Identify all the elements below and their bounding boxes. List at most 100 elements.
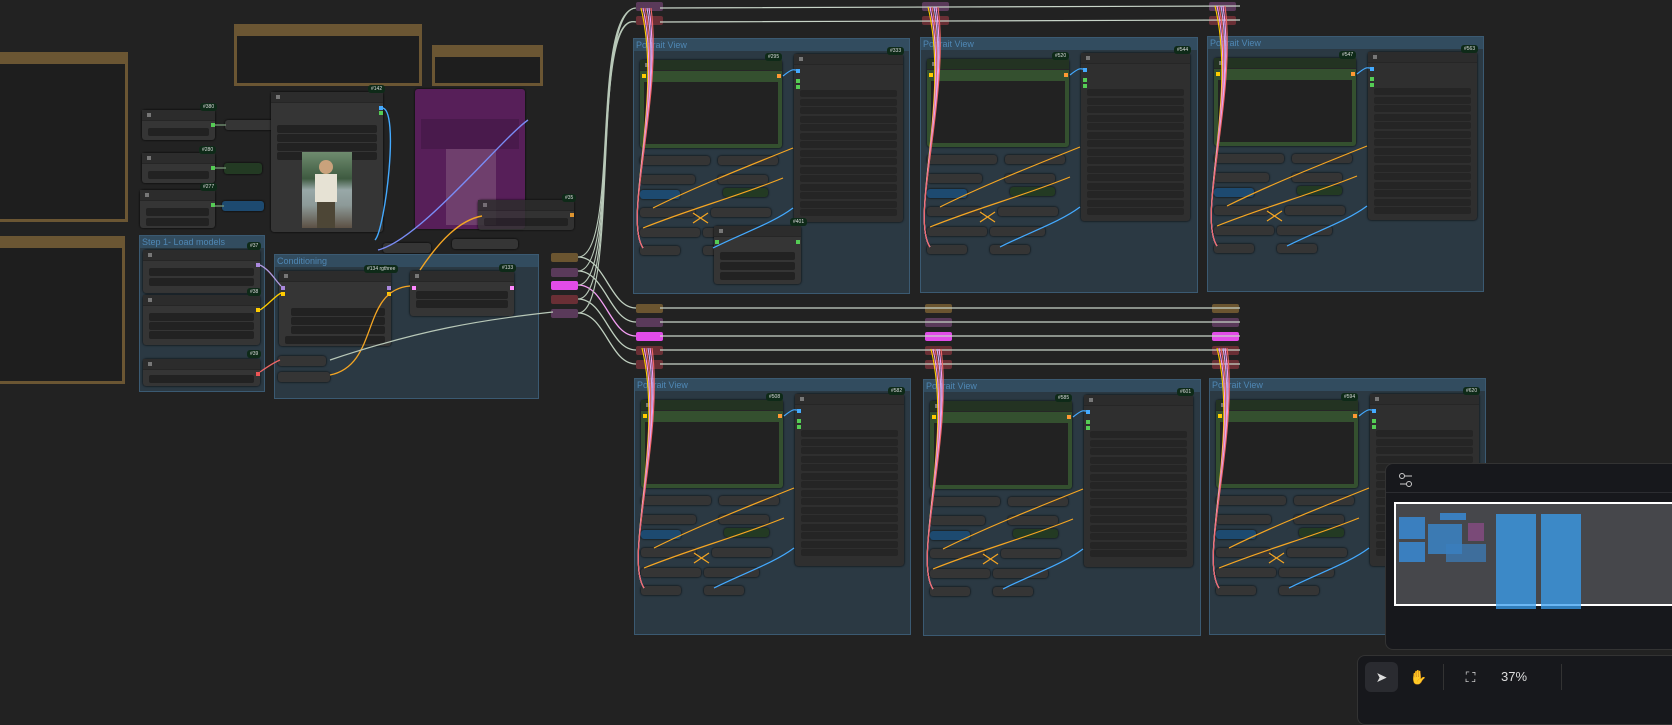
node-277[interactable] — [140, 190, 215, 228]
helper-node[interactable] — [927, 155, 997, 164]
node-35[interactable] — [478, 200, 574, 230]
reroute-node[interactable] — [922, 16, 949, 25]
helper-node[interactable] — [990, 245, 1030, 254]
helper-node[interactable] — [1216, 568, 1276, 577]
reroute-node[interactable] — [278, 372, 330, 382]
helper-node[interactable] — [990, 227, 1045, 236]
reroute-node[interactable] — [636, 332, 663, 341]
helper-node[interactable] — [718, 156, 778, 165]
helper-node[interactable] — [1005, 155, 1065, 164]
helper-node[interactable] — [641, 515, 696, 524]
primitive-node[interactable] — [224, 163, 262, 174]
helper-node[interactable] — [1294, 496, 1354, 505]
helper-node[interactable] — [718, 175, 768, 184]
settings-node[interactable] — [1084, 395, 1193, 567]
helper-node[interactable] — [1216, 548, 1271, 557]
node-133[interactable] — [410, 271, 514, 316]
reroute-node[interactable] — [1212, 346, 1239, 355]
reroute-node[interactable] — [636, 346, 663, 355]
helper-node[interactable] — [1013, 529, 1058, 538]
settings-node[interactable] — [1368, 52, 1477, 220]
reroute-conditioning[interactable] — [551, 281, 578, 290]
reroute-node[interactable] — [278, 356, 326, 366]
helper-node[interactable] — [930, 531, 970, 540]
helper-node[interactable] — [998, 207, 1058, 216]
reroute-model[interactable] — [551, 253, 578, 262]
helper-node[interactable] — [993, 569, 1048, 578]
reroute-node[interactable] — [925, 332, 952, 341]
reroute-node[interactable] — [1212, 332, 1239, 341]
helper-node[interactable] — [1214, 154, 1284, 163]
node-canvas[interactable]: #380 #280 #277 #142 #35 Step 1- Load mod… — [0, 0, 1672, 725]
frame-node[interactable] — [432, 45, 543, 86]
reroute-node[interactable] — [1212, 360, 1239, 369]
frame-node[interactable] — [0, 52, 128, 222]
reroute-node[interactable] — [1212, 304, 1239, 313]
reroute-node[interactable] — [922, 2, 949, 11]
helper-node[interactable] — [930, 569, 990, 578]
helper-node[interactable] — [704, 568, 759, 577]
helper-node[interactable] — [1214, 226, 1274, 235]
helper-node[interactable] — [1216, 515, 1271, 524]
helper-node[interactable] — [641, 530, 681, 539]
reroute-node[interactable] — [452, 239, 518, 249]
helper-node[interactable] — [1214, 173, 1269, 182]
helper-node[interactable] — [1277, 244, 1317, 253]
preview-image-node[interactable] — [1214, 58, 1356, 146]
sliders-icon[interactable] — [1398, 472, 1414, 488]
preview-image-node[interactable] — [640, 60, 782, 148]
zoom-level[interactable]: 37% — [1501, 669, 1527, 684]
fit-view-icon[interactable]: ⛶ — [1454, 662, 1487, 692]
primitive-node[interactable] — [222, 201, 264, 211]
helper-node[interactable] — [640, 190, 680, 199]
helper-node[interactable] — [641, 496, 711, 505]
helper-node[interactable] — [1214, 188, 1254, 197]
helper-node[interactable] — [1297, 186, 1342, 195]
helper-node[interactable] — [1277, 226, 1332, 235]
frame-node[interactable] — [0, 236, 125, 384]
helper-node[interactable] — [641, 586, 681, 595]
pointer-icon[interactable]: ➤ — [1365, 662, 1398, 692]
helper-node[interactable] — [640, 228, 700, 237]
helper-node[interactable] — [1001, 549, 1061, 558]
helper-node[interactable] — [1294, 515, 1344, 524]
node-380[interactable] — [142, 110, 215, 140]
hand-icon[interactable]: ✋ — [1402, 662, 1435, 692]
reroute-node[interactable] — [925, 346, 952, 355]
frame-node[interactable] — [234, 24, 422, 86]
preview-image-node[interactable] — [930, 401, 1072, 489]
reroute-node[interactable] — [925, 318, 952, 327]
helper-node[interactable] — [927, 174, 982, 183]
load-image-node[interactable] — [271, 92, 383, 232]
helper-node[interactable] — [927, 207, 982, 216]
reroute-node[interactable] — [636, 304, 663, 313]
helper-node[interactable] — [927, 189, 967, 198]
reroute-vae[interactable] — [551, 295, 578, 304]
settings-node[interactable] — [1081, 53, 1190, 221]
preview-image-node[interactable] — [1216, 400, 1358, 488]
helper-node[interactable] — [1008, 516, 1058, 525]
helper-node[interactable] — [993, 587, 1033, 596]
helper-node[interactable] — [927, 227, 987, 236]
reroute-node[interactable] — [636, 16, 663, 25]
helper-node[interactable] — [1216, 530, 1256, 539]
helper-node[interactable] — [930, 516, 985, 525]
helper-node[interactable] — [640, 246, 680, 255]
helper-node[interactable] — [1279, 568, 1334, 577]
helper-node[interactable] — [1216, 496, 1286, 505]
helper-node[interactable] — [704, 586, 744, 595]
node-134-rgthree[interactable] — [279, 271, 391, 346]
reroute-node[interactable] — [1212, 318, 1239, 327]
node-37[interactable] — [143, 250, 260, 293]
reroute-node[interactable] — [383, 243, 431, 253]
reroute-node[interactable] — [636, 2, 663, 11]
primitive-node[interactable] — [225, 120, 275, 130]
helper-node[interactable] — [719, 496, 779, 505]
helper-node[interactable] — [930, 587, 970, 596]
helper-node[interactable] — [641, 568, 701, 577]
reroute-node[interactable] — [925, 304, 952, 313]
minimap-viewport[interactable] — [1394, 502, 1672, 609]
helper-node[interactable] — [930, 549, 985, 558]
helper-node[interactable] — [1216, 586, 1256, 595]
node-401[interactable] — [714, 226, 801, 284]
